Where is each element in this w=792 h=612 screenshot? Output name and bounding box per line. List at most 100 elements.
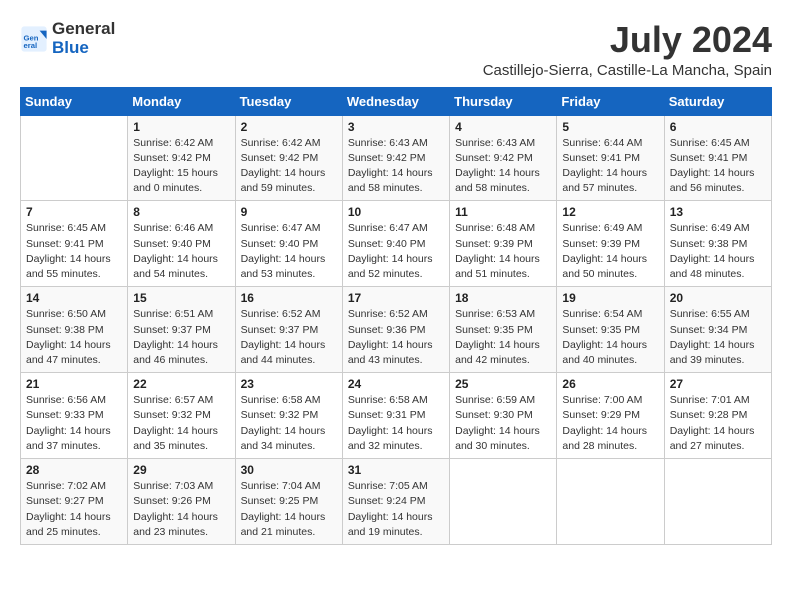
calendar-cell: 13 Sunrise: 6:49 AMSunset: 9:38 PMDayligh… [664, 201, 771, 287]
day-number: 6 [670, 120, 766, 134]
day-info: Sunrise: 6:59 AMSunset: 9:30 PMDaylight:… [455, 393, 551, 454]
day-number: 19 [562, 291, 658, 305]
calendar-cell: 20 Sunrise: 6:55 AMSunset: 9:34 PMDayligh… [664, 287, 771, 373]
calendar-cell: 7 Sunrise: 6:45 AMSunset: 9:41 PMDaylight… [21, 201, 128, 287]
day-number: 26 [562, 377, 658, 391]
day-info: Sunrise: 6:42 AMSunset: 9:42 PMDaylight:… [241, 136, 337, 197]
day-info: Sunrise: 6:58 AMSunset: 9:32 PMDaylight:… [241, 393, 337, 454]
day-number: 29 [133, 463, 229, 477]
calendar-cell: 30 Sunrise: 7:04 AMSunset: 9:25 PMDayligh… [235, 459, 342, 545]
calendar-cell: 24 Sunrise: 6:58 AMSunset: 9:31 PMDayligh… [342, 373, 449, 459]
day-info: Sunrise: 7:05 AMSunset: 9:24 PMDaylight:… [348, 479, 444, 540]
weekday-header-sunday: Sunday [21, 87, 128, 115]
day-info: Sunrise: 7:04 AMSunset: 9:25 PMDaylight:… [241, 479, 337, 540]
day-info: Sunrise: 6:54 AMSunset: 9:35 PMDaylight:… [562, 307, 658, 368]
calendar-cell: 29 Sunrise: 7:03 AMSunset: 9:26 PMDayligh… [128, 459, 235, 545]
calendar-cell: 15Sunrise: 6:51 AMSunset: 9:37 PMDayligh… [128, 287, 235, 373]
day-number: 10 [348, 205, 444, 219]
weekday-header-thursday: Thursday [450, 87, 557, 115]
title-area: July 2024 Castillejo-Sierra, Castille-La… [483, 20, 772, 79]
calendar-cell: 31 Sunrise: 7:05 AMSunset: 9:24 PMDayligh… [342, 459, 449, 545]
day-info: Sunrise: 6:43 AMSunset: 9:42 PMDaylight:… [455, 136, 551, 197]
day-number: 5 [562, 120, 658, 134]
calendar-cell: 14 Sunrise: 6:50 AMSunset: 9:38 PMDayligh… [21, 287, 128, 373]
day-number: 8 [133, 205, 229, 219]
calendar-cell [664, 459, 771, 545]
calendar-cell: 19 Sunrise: 6:54 AMSunset: 9:35 PMDayligh… [557, 287, 664, 373]
day-info: Sunrise: 6:52 AMSunset: 9:37 PMDaylight:… [241, 307, 337, 368]
day-number: 13 [670, 205, 766, 219]
calendar-cell: 10 Sunrise: 6:47 AMSunset: 9:40 PMDayligh… [342, 201, 449, 287]
calendar-cell [21, 115, 128, 201]
calendar-cell: 1 Sunrise: 6:42 AMSunset: 9:42 PMDaylight… [128, 115, 235, 201]
calendar-cell: 9 Sunrise: 6:47 AMSunset: 9:40 PMDaylight… [235, 201, 342, 287]
day-info: Sunrise: 6:49 AMSunset: 9:39 PMDaylight:… [562, 221, 658, 282]
logo: Gen eral General Blue [20, 20, 115, 57]
calendar-week-row: 14 Sunrise: 6:50 AMSunset: 9:38 PMDayligh… [21, 287, 772, 373]
day-info: Sunrise: 7:02 AMSunset: 9:27 PMDaylight:… [26, 479, 122, 540]
day-info: Sunrise: 6:50 AMSunset: 9:38 PMDaylight:… [26, 307, 122, 368]
day-info: Sunrise: 7:03 AMSunset: 9:26 PMDaylight:… [133, 479, 229, 540]
day-number: 14 [26, 291, 122, 305]
day-number: 22 [133, 377, 229, 391]
calendar-cell: 25 Sunrise: 6:59 AMSunset: 9:30 PMDayligh… [450, 373, 557, 459]
day-info: Sunrise: 6:47 AMSunset: 9:40 PMDaylight:… [241, 221, 337, 282]
day-number: 28 [26, 463, 122, 477]
calendar-week-row: 21Sunrise: 6:56 AMSunset: 9:33 PMDayligh… [21, 373, 772, 459]
calendar-week-row: 7 Sunrise: 6:45 AMSunset: 9:41 PMDaylight… [21, 201, 772, 287]
day-number: 24 [348, 377, 444, 391]
day-number: 12 [562, 205, 658, 219]
day-number: 1 [133, 120, 229, 134]
weekday-header-tuesday: Tuesday [235, 87, 342, 115]
day-info: Sunrise: 7:00 AMSunset: 9:29 PMDaylight:… [562, 393, 658, 454]
calendar-cell: 27 Sunrise: 7:01 AMSunset: 9:28 PMDayligh… [664, 373, 771, 459]
day-info: Sunrise: 6:43 AMSunset: 9:42 PMDaylight:… [348, 136, 444, 197]
day-number: 4 [455, 120, 551, 134]
day-info: Sunrise: 6:45 AMSunset: 9:41 PMDaylight:… [670, 136, 766, 197]
calendar-cell: 22 Sunrise: 6:57 AMSunset: 9:32 PMDayligh… [128, 373, 235, 459]
day-info: Sunrise: 6:57 AMSunset: 9:32 PMDaylight:… [133, 393, 229, 454]
weekday-header-saturday: Saturday [664, 87, 771, 115]
calendar-cell: 6 Sunrise: 6:45 AMSunset: 9:41 PMDaylight… [664, 115, 771, 201]
day-info: Sunrise: 6:53 AMSunset: 9:35 PMDaylight:… [455, 307, 551, 368]
day-number: 23 [241, 377, 337, 391]
day-number: 3 [348, 120, 444, 134]
calendar-cell: 21Sunrise: 6:56 AMSunset: 9:33 PMDayligh… [21, 373, 128, 459]
calendar-cell: 4 Sunrise: 6:43 AMSunset: 9:42 PMDaylight… [450, 115, 557, 201]
day-info: Sunrise: 6:47 AMSunset: 9:40 PMDaylight:… [348, 221, 444, 282]
day-number: 11 [455, 205, 551, 219]
day-number: 7 [26, 205, 122, 219]
calendar-cell: 23 Sunrise: 6:58 AMSunset: 9:32 PMDayligh… [235, 373, 342, 459]
calendar-cell: 18 Sunrise: 6:53 AMSunset: 9:35 PMDayligh… [450, 287, 557, 373]
day-number: 30 [241, 463, 337, 477]
month-year-title: July 2024 [483, 20, 772, 60]
day-info: Sunrise: 6:49 AMSunset: 9:38 PMDaylight:… [670, 221, 766, 282]
day-number: 27 [670, 377, 766, 391]
logo-icon: Gen eral [20, 25, 48, 53]
day-info: Sunrise: 6:51 AMSunset: 9:37 PMDaylight:… [133, 307, 229, 368]
day-number: 18 [455, 291, 551, 305]
calendar-cell: 3 Sunrise: 6:43 AMSunset: 9:42 PMDaylight… [342, 115, 449, 201]
day-info: Sunrise: 6:44 AMSunset: 9:41 PMDaylight:… [562, 136, 658, 197]
svg-text:eral: eral [24, 41, 38, 50]
day-info: Sunrise: 6:52 AMSunset: 9:36 PMDaylight:… [348, 307, 444, 368]
calendar-cell [557, 459, 664, 545]
day-number: 25 [455, 377, 551, 391]
day-info: Sunrise: 6:42 AMSunset: 9:42 PMDaylight:… [133, 136, 229, 197]
calendar-week-row: 28 Sunrise: 7:02 AMSunset: 9:27 PMDayligh… [21, 459, 772, 545]
day-info: Sunrise: 7:01 AMSunset: 9:28 PMDaylight:… [670, 393, 766, 454]
weekday-header-friday: Friday [557, 87, 664, 115]
page-header: Gen eral General Blue July 2024 Castille… [20, 20, 772, 79]
weekday-header-monday: Monday [128, 87, 235, 115]
calendar-cell: 28 Sunrise: 7:02 AMSunset: 9:27 PMDayligh… [21, 459, 128, 545]
calendar-cell: 17Sunrise: 6:52 AMSunset: 9:36 PMDayligh… [342, 287, 449, 373]
calendar-cell [450, 459, 557, 545]
day-info: Sunrise: 6:58 AMSunset: 9:31 PMDaylight:… [348, 393, 444, 454]
day-number: 16 [241, 291, 337, 305]
day-number: 20 [670, 291, 766, 305]
day-info: Sunrise: 6:45 AMSunset: 9:41 PMDaylight:… [26, 221, 122, 282]
day-number: 31 [348, 463, 444, 477]
day-info: Sunrise: 6:55 AMSunset: 9:34 PMDaylight:… [670, 307, 766, 368]
day-number: 9 [241, 205, 337, 219]
calendar-cell: 5 Sunrise: 6:44 AMSunset: 9:41 PMDaylight… [557, 115, 664, 201]
